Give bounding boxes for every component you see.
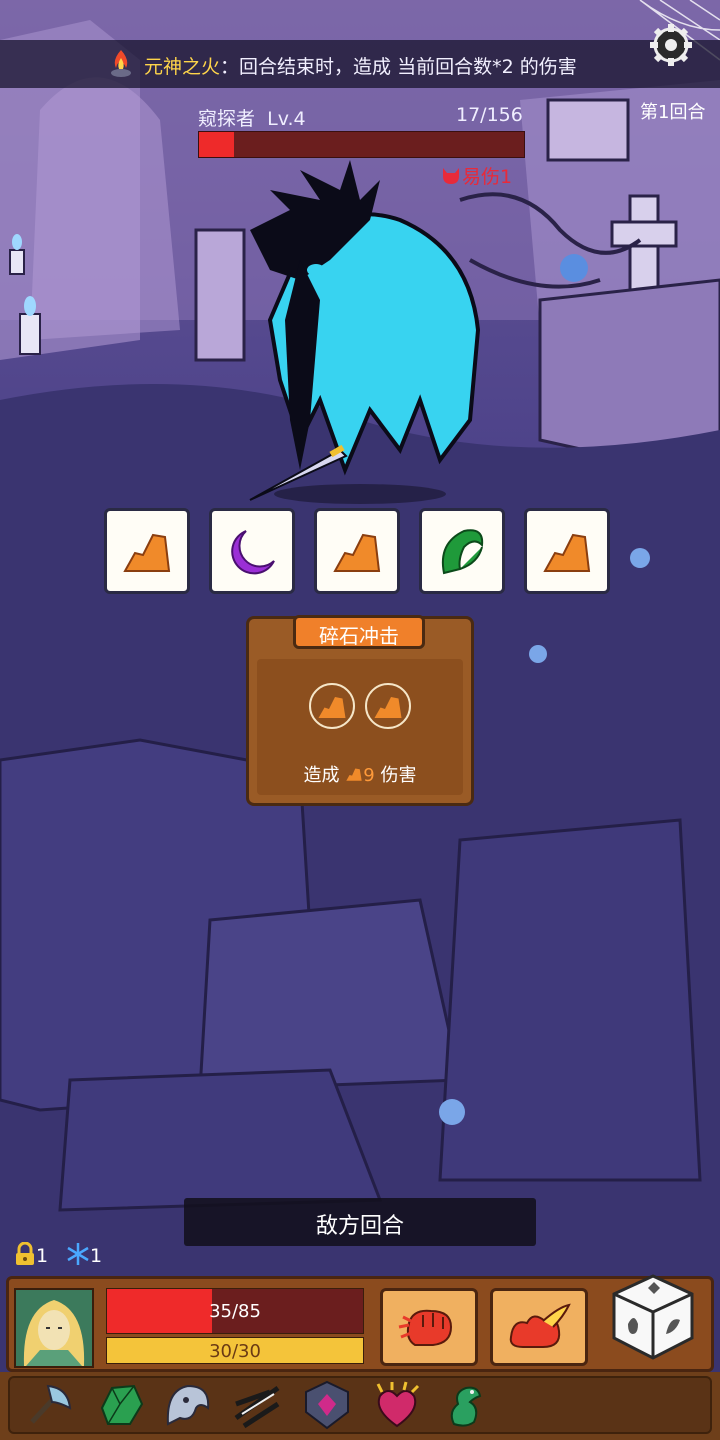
player-hp-bar: 35/85	[106, 1288, 364, 1334]
skill-card-description: 造成 9 伤害	[249, 761, 471, 787]
enemy-hp-fill	[199, 132, 235, 157]
rock-icon	[543, 533, 591, 572]
die-4[interactable]	[419, 508, 505, 594]
lock-counter: 1	[14, 1241, 49, 1267]
rock-icon	[346, 768, 362, 781]
die-1[interactable]	[104, 508, 190, 594]
gem-icon[interactable]	[94, 1378, 148, 1432]
freeze-counter: 1	[66, 1242, 102, 1267]
skill-card-header: 碎石冲击	[293, 615, 425, 649]
rock-icon	[123, 533, 171, 572]
freeze-count: 1	[90, 1245, 103, 1267]
relic-separator: ：	[220, 56, 240, 78]
die-3[interactable]	[314, 508, 400, 594]
fist-skill-button[interactable]	[380, 1288, 478, 1366]
hero-portrait-icon	[16, 1290, 92, 1366]
spiked-heart-icon[interactable]	[370, 1378, 424, 1432]
relic-description: 回合结束时，造成 当前回合数*2 的伤害	[239, 56, 577, 78]
leaf-icon	[442, 529, 484, 575]
axe-icon[interactable]	[22, 1378, 76, 1432]
desc-prefix: 造成	[303, 765, 340, 786]
damage-value: 9	[363, 765, 375, 786]
enemy-level: Lv.4	[267, 108, 306, 130]
enemy-hp-bar	[198, 131, 525, 158]
dice-slot-2[interactable]	[365, 683, 411, 729]
ghost-icon[interactable]	[160, 1378, 214, 1432]
round-counter: 第1回合	[640, 102, 706, 123]
turn-label: 敌方回合	[315, 1214, 404, 1239]
lock-count: 1	[36, 1245, 49, 1267]
rock-icon	[318, 697, 346, 718]
enemy-name: 窥探者	[198, 108, 256, 130]
slash-icon[interactable]	[230, 1378, 284, 1432]
shield-gem-icon[interactable]	[300, 1378, 354, 1432]
die-2[interactable]	[209, 508, 295, 594]
enemy-monster[interactable]	[240, 160, 490, 500]
enemy-turn-indicator: 敌方回合	[184, 1198, 536, 1246]
rock-icon	[333, 533, 381, 572]
player-hp-text: 35/85	[209, 1301, 261, 1322]
enemy-hp-text: 17/156	[456, 104, 523, 126]
moon-icon	[231, 530, 275, 575]
lizard-icon[interactable]	[440, 1378, 494, 1432]
relic-effect-text: 元神之火：回合结束时，造成 当前回合数*2 的伤害	[144, 52, 577, 79]
dice-slot-1[interactable]	[309, 683, 355, 729]
enemy-name-level: 窥探者 Lv.4	[198, 104, 306, 131]
die-5[interactable]	[524, 508, 610, 594]
desc-suffix: 伤害	[380, 765, 417, 786]
player-shield-text: 30/30	[209, 1341, 261, 1362]
fist-icon	[398, 1309, 453, 1346]
reroll-dice-icon[interactable]	[608, 1272, 698, 1362]
gear-icon[interactable]	[646, 20, 696, 70]
skill-card[interactable]: 碎石冲击 造成 9 伤害	[246, 615, 474, 806]
lock-icon	[16, 1241, 34, 1265]
hero-avatar[interactable]	[14, 1288, 94, 1368]
fire-blast-icon	[509, 1303, 571, 1348]
fire-relic-icon	[111, 50, 131, 77]
skill-card-title: 碎石冲击	[319, 624, 399, 648]
rock-icon	[374, 697, 402, 718]
snowflake-icon	[67, 1243, 89, 1265]
player-shield-bar: 30/30	[106, 1337, 364, 1364]
fire-skill-button[interactable]	[490, 1288, 588, 1366]
relic-name: 元神之火	[144, 56, 221, 78]
